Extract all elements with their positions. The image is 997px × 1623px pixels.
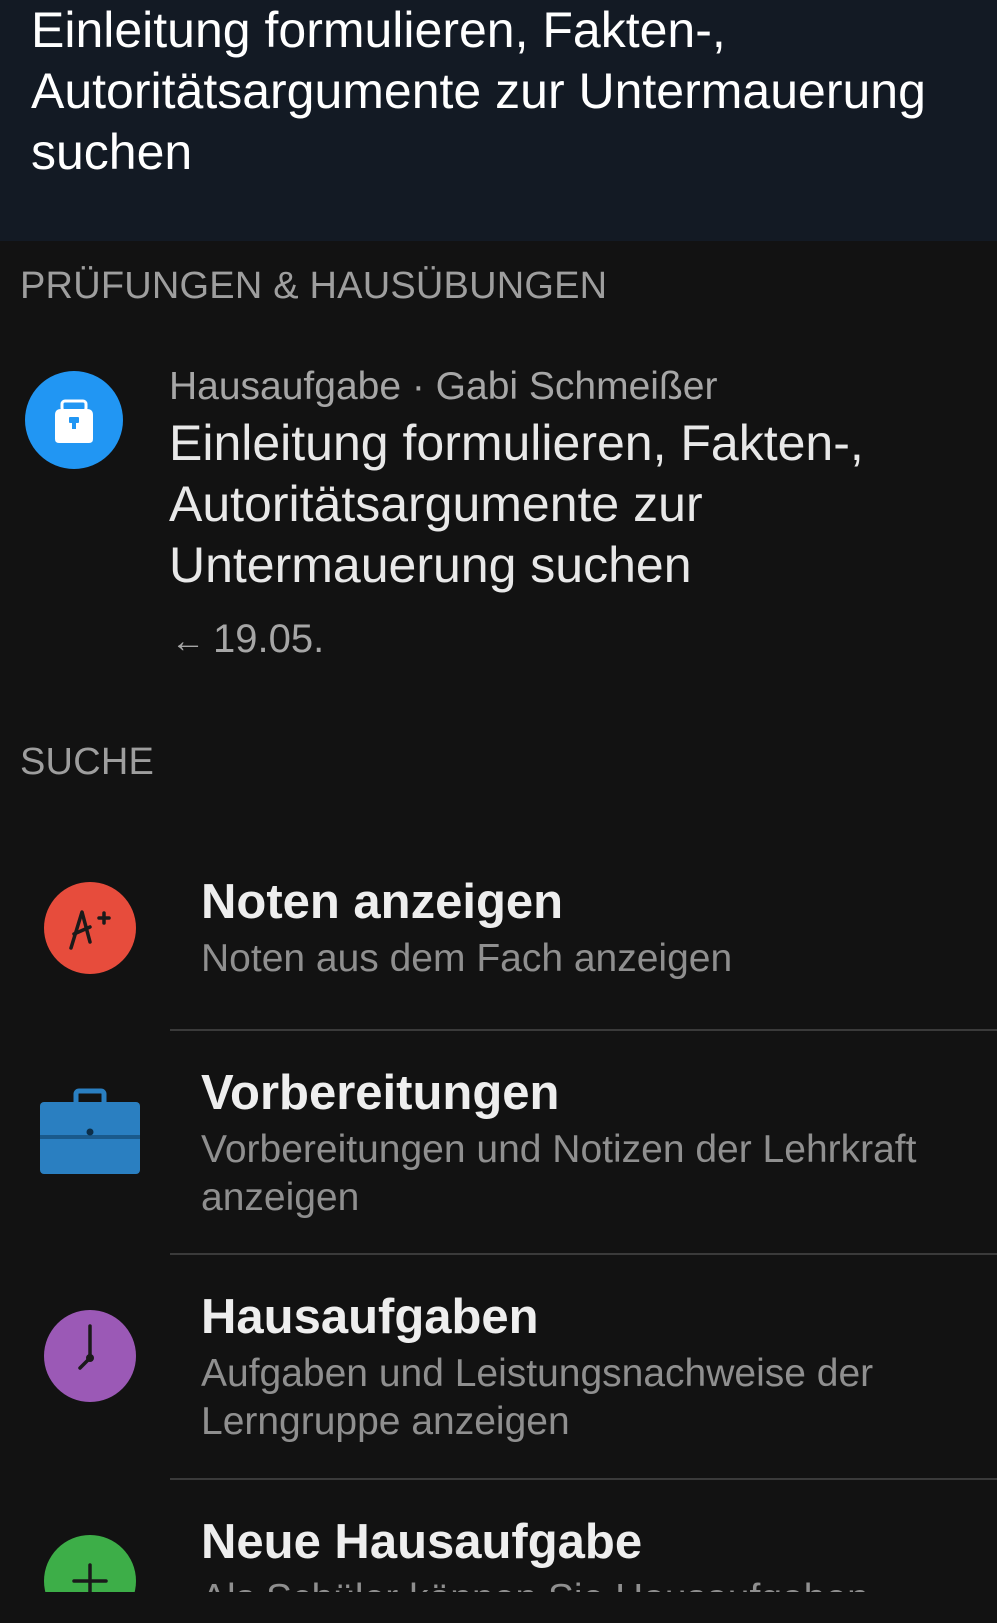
arrow-left-icon: ← — [171, 622, 205, 660]
search-item-new-homework[interactable]: Neue Hausaufgabe Als Schüler können Sie … — [0, 1480, 997, 1592]
grades-subtitle: Noten aus dem Fach anzeigen — [201, 937, 733, 980]
homework-title: Einleitung formulieren, Fakten-, Autorit… — [169, 415, 864, 593]
page-title: Einleitung formulieren, Fakten-, Autorit… — [31, 2, 926, 180]
grades-title: Noten anzeigen — [201, 875, 564, 929]
section-label-exams: PRÜFUNGEN & HAUSÜBUNGEN — [20, 265, 608, 307]
preparations-subtitle: Vorbereitungen und Notizen der Lehrkraft… — [201, 1128, 917, 1219]
homework-list-subtitle: Aufgaben und Leistungsnachweise der Lern… — [201, 1352, 874, 1443]
homework-due-date: ← 19.05. — [171, 617, 324, 662]
header: Einleitung formulieren, Fakten-, Autorit… — [0, 0, 997, 241]
search-item-preparations[interactable]: Vorbereitungen Vorbereitungen und Notize… — [0, 1031, 997, 1255]
search-item-homework[interactable]: Hausaufgaben Aufgaben und Leistungsnachw… — [0, 1255, 997, 1479]
homework-meta: Hausaufgabe · Gabi Schmeißer — [169, 365, 718, 408]
new-homework-subtitle: Als Schüler können Sie Hausaufgaben — [201, 1575, 981, 1592]
homework-card[interactable]: Hausaufgabe · Gabi Schmeißer Einleitung … — [0, 355, 997, 675]
briefcase-icon — [40, 1088, 140, 1178]
due-date-value: 19.05. — [213, 617, 325, 661]
screen: Einleitung formulieren, Fakten-, Autorit… — [0, 0, 997, 1592]
search-item-grades[interactable]: Noten anzeigen Noten aus dem Fach anzeig… — [0, 840, 997, 1030]
section-label-search: SUCHE — [20, 741, 155, 783]
preparations-title: Vorbereitungen — [201, 1066, 560, 1120]
new-homework-title: Neue Hausaufgabe — [201, 1515, 643, 1569]
plus-icon — [44, 1535, 136, 1592]
clock-icon — [44, 1310, 136, 1402]
homework-list-title: Hausaufgaben — [201, 1290, 539, 1344]
backpack-icon — [25, 371, 123, 469]
grade-a-plus-icon — [44, 882, 136, 974]
